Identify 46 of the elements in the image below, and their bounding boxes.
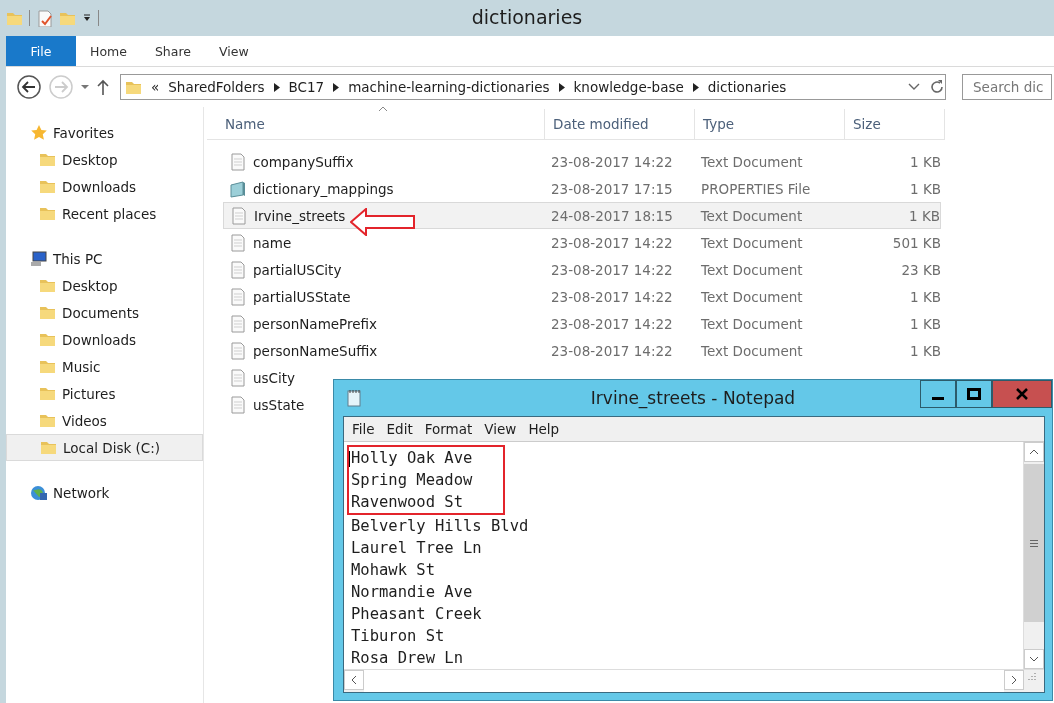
text-line: Spring Meadow (351, 470, 473, 491)
file-size: 1 KB (910, 288, 941, 305)
date-modified: 23-08-2017 14:22 (551, 153, 673, 170)
text-line: Normandie Ave (351, 582, 473, 603)
file-name: dictionary_mappings (253, 180, 394, 197)
file-type: Text Document (701, 261, 803, 278)
text-line: Pheasant Creek (351, 604, 482, 625)
text-line: Laurel Tree Ln (351, 538, 482, 559)
text-line: Ravenwood St (351, 492, 463, 513)
file-type: Text Document (701, 315, 803, 332)
file-type: Text Document (700, 207, 803, 224)
text-line: Belverly Hills Blvd (351, 516, 529, 537)
file-size: 1 KB (909, 207, 940, 224)
file-name: partialUSState (253, 288, 351, 305)
file-type: Text Document (701, 288, 803, 305)
file-name: personNameSuffix (253, 342, 378, 359)
file-name: name (253, 234, 292, 251)
file-type: Text Document (701, 342, 803, 359)
file-name: usState (253, 396, 305, 413)
file-type: PROPERTIES File (701, 180, 811, 197)
file-size: 501 KB (892, 234, 941, 251)
date-modified: 23-08-2017 14:22 (551, 261, 673, 278)
file-name: companySuffix (253, 153, 354, 170)
date-modified: 23-08-2017 14:22 (551, 288, 673, 305)
file-type: Text Document (701, 153, 803, 170)
file-type: Text Document (701, 234, 803, 251)
date-modified: 23-08-2017 14:22 (551, 234, 673, 251)
window-title: dictionaries (471, 6, 583, 28)
date-modified: 23-08-2017 17:15 (551, 180, 673, 197)
file-size: 23 KB (901, 261, 941, 278)
date-modified: 23-08-2017 14:22 (551, 342, 673, 359)
file-size: 1 KB (910, 153, 941, 170)
text-line: Holly Oak Ave (351, 448, 473, 469)
file-size: 1 KB (910, 180, 941, 197)
file-name: partialUSCity (253, 261, 342, 278)
date-modified: 23-08-2017 14:22 (551, 315, 673, 332)
file-name: usCity (253, 369, 296, 386)
text-line: Tiburon St (351, 626, 445, 647)
text-line: Rosa Drew Ln (351, 648, 463, 669)
text-line: Mohawk St (351, 560, 435, 581)
file-size: 1 KB (910, 315, 941, 332)
file-name: Irvine_streets (254, 207, 346, 224)
file-size: 1 KB (910, 342, 941, 359)
date-modified: 24-08-2017 18:15 (551, 207, 673, 224)
file-name: personNamePrefix (253, 315, 378, 332)
window-title: Irvine_streets - Notepad (590, 388, 796, 408)
